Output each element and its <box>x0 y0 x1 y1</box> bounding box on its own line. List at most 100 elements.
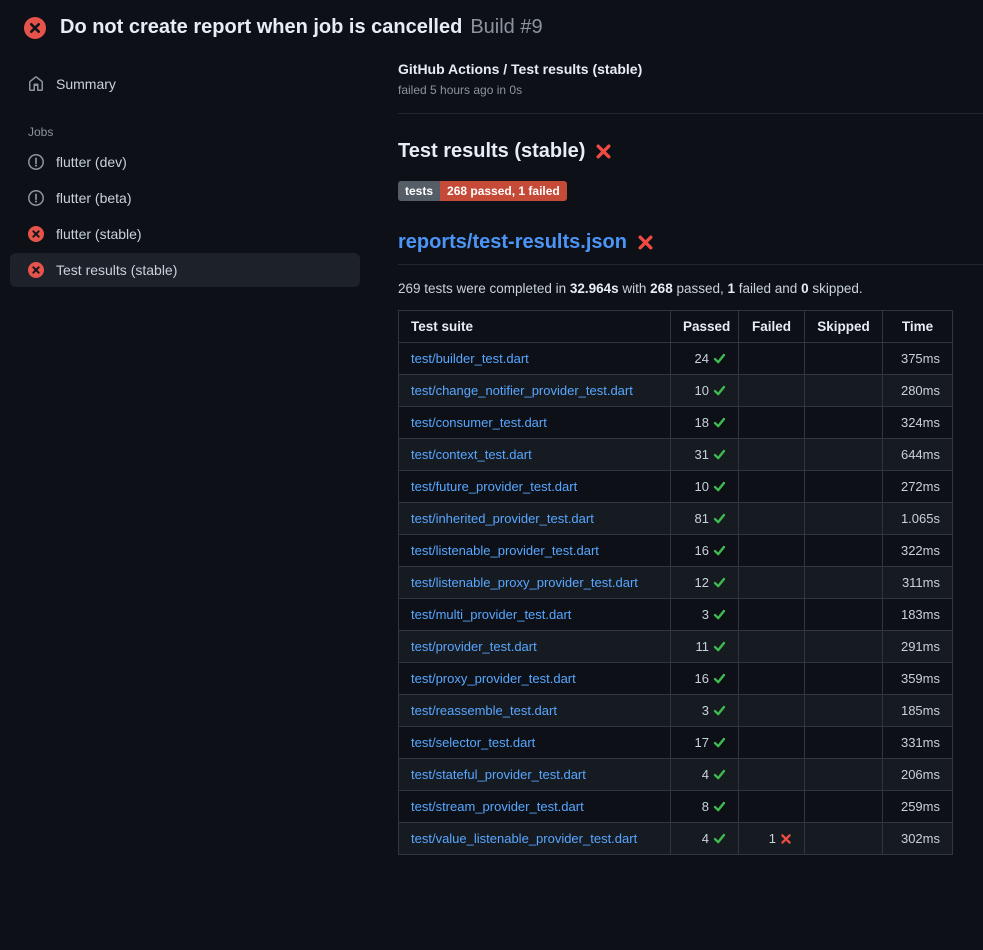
failed-icon <box>28 226 44 242</box>
passed-cell: 4 <box>671 759 739 791</box>
table-row: test/multi_provider_test.dart3183ms <box>399 599 953 631</box>
suite-link[interactable]: test/reassemble_test.dart <box>411 703 557 718</box>
suite-link[interactable]: test/selector_test.dart <box>411 735 535 750</box>
failed-icon <box>28 262 44 278</box>
skipped-cell <box>805 567 883 599</box>
suite-link[interactable]: test/listenable_proxy_provider_test.dart <box>411 575 638 590</box>
time-cell: 206ms <box>883 759 953 791</box>
build-header: Do not create report when job is cancell… <box>0 0 983 49</box>
failed-cell <box>739 567 805 599</box>
suite-link[interactable]: test/change_notifier_provider_test.dart <box>411 383 633 398</box>
time-cell: 183ms <box>883 599 953 631</box>
suite-cell: test/context_test.dart <box>399 439 671 471</box>
check-icon <box>713 576 726 589</box>
passed-cell: 17 <box>671 727 739 759</box>
jobs-section-label: Jobs <box>28 125 370 139</box>
report-title: reports/test-results.json <box>398 231 983 265</box>
sidebar-job-item[interactable]: flutter (dev) <box>10 145 360 179</box>
sidebar-job-label: flutter (beta) <box>56 190 131 206</box>
passed-cell: 18 <box>671 407 739 439</box>
build-number: Build #9 <box>470 16 542 38</box>
time-cell: 322ms <box>883 535 953 567</box>
table-row: test/value_listenable_provider_test.dart… <box>399 823 953 855</box>
check-icon <box>713 704 726 717</box>
suite-link[interactable]: test/listenable_provider_test.dart <box>411 543 599 558</box>
test-results-table: Test suite Passed Failed Skipped Time te… <box>398 310 953 855</box>
table-header-row: Test suite Passed Failed Skipped Time <box>399 311 953 343</box>
suite-cell: test/stateful_provider_test.dart <box>399 759 671 791</box>
check-icon <box>713 800 726 813</box>
suite-cell: test/change_notifier_provider_test.dart <box>399 375 671 407</box>
main-content: GitHub Actions / Test results (stable) f… <box>370 49 983 855</box>
check-icon <box>713 480 726 493</box>
table-row: test/stateful_provider_test.dart 4 206ms <box>399 759 953 791</box>
suite-link[interactable]: test/stream_provider_test.dart <box>411 799 584 814</box>
skipped-cell <box>805 663 883 695</box>
x-icon <box>780 833 792 845</box>
skipped-cell <box>805 471 883 503</box>
suite-link[interactable]: test/consumer_test.dart <box>411 415 547 430</box>
check-icon <box>713 736 726 749</box>
section-title: Test results (stable) <box>398 140 983 163</box>
suite-cell: test/listenable_proxy_provider_test.dart <box>399 567 671 599</box>
failed-cell <box>739 407 805 439</box>
table-row: test/future_provider_test.dart10272ms <box>399 471 953 503</box>
breadcrumb: GitHub Actions / Test results (stable) <box>398 61 983 77</box>
check-icon <box>713 544 726 557</box>
page-title: Do not create report when job is cancell… <box>60 16 462 38</box>
suite-link[interactable]: test/builder_test.dart <box>411 351 529 366</box>
time-cell: 324ms <box>883 407 953 439</box>
check-icon <box>713 768 726 781</box>
sidebar-job-item[interactable]: flutter (stable) <box>10 217 360 251</box>
warning-icon <box>28 190 44 206</box>
check-icon <box>713 352 726 365</box>
sidebar-job-item[interactable]: Test results (stable) <box>10 253 360 287</box>
col-passed: Passed <box>671 311 739 343</box>
suite-cell: test/consumer_test.dart <box>399 407 671 439</box>
sidebar: Summary Jobs flutter (dev) flutter (beta)… <box>0 49 370 289</box>
skipped-cell <box>805 375 883 407</box>
passed-cell: 10 <box>671 375 739 407</box>
passed-cell: 24 <box>671 343 739 375</box>
sidebar-job-label: flutter (stable) <box>56 226 142 242</box>
sidebar-summary-label: Summary <box>56 76 116 92</box>
suite-cell: test/selector_test.dart <box>399 727 671 759</box>
passed-cell: 11 <box>671 631 739 663</box>
skipped-cell <box>805 695 883 727</box>
suite-link[interactable]: test/inherited_provider_test.dart <box>411 511 594 526</box>
failed-cell <box>739 599 805 631</box>
check-icon <box>713 608 726 621</box>
sidebar-job-item[interactable]: flutter (beta) <box>10 181 360 215</box>
skipped-cell <box>805 407 883 439</box>
section-title-text: Test results (stable) <box>398 140 585 163</box>
skipped-cell <box>805 823 883 855</box>
failed-cell <box>739 759 805 791</box>
sidebar-item-summary[interactable]: Summary <box>10 67 360 101</box>
suite-link[interactable]: test/value_listenable_provider_test.dart <box>411 831 637 846</box>
failed-cell <box>739 631 805 663</box>
check-icon <box>713 512 726 525</box>
sidebar-job-label: Test results (stable) <box>56 262 177 278</box>
failed-x-icon <box>595 143 612 160</box>
check-icon <box>713 416 726 429</box>
suite-link[interactable]: test/stateful_provider_test.dart <box>411 767 586 782</box>
table-row: test/reassemble_test.dart3185ms <box>399 695 953 727</box>
skipped-cell <box>805 727 883 759</box>
col-time: Time <box>883 311 953 343</box>
suite-link[interactable]: test/multi_provider_test.dart <box>411 607 571 622</box>
failed-cell <box>739 439 805 471</box>
check-icon <box>713 384 726 397</box>
summary-text: 269 tests were completed in 32.964s with… <box>398 281 983 296</box>
suite-link[interactable]: test/future_provider_test.dart <box>411 479 577 494</box>
passed-cell: 8 <box>671 791 739 823</box>
time-cell: 280ms <box>883 375 953 407</box>
table-row: test/consumer_test.dart 18 324ms <box>399 407 953 439</box>
suite-link[interactable]: test/context_test.dart <box>411 447 532 462</box>
table-row: test/proxy_provider_test.dart16359ms <box>399 663 953 695</box>
suite-link[interactable]: test/proxy_provider_test.dart <box>411 671 576 686</box>
table-row: test/context_test.dart31644ms <box>399 439 953 471</box>
time-cell: 1.065s <box>883 503 953 535</box>
suite-link[interactable]: test/provider_test.dart <box>411 639 537 654</box>
report-link[interactable]: reports/test-results.json <box>398 231 627 254</box>
suite-cell: test/multi_provider_test.dart <box>399 599 671 631</box>
